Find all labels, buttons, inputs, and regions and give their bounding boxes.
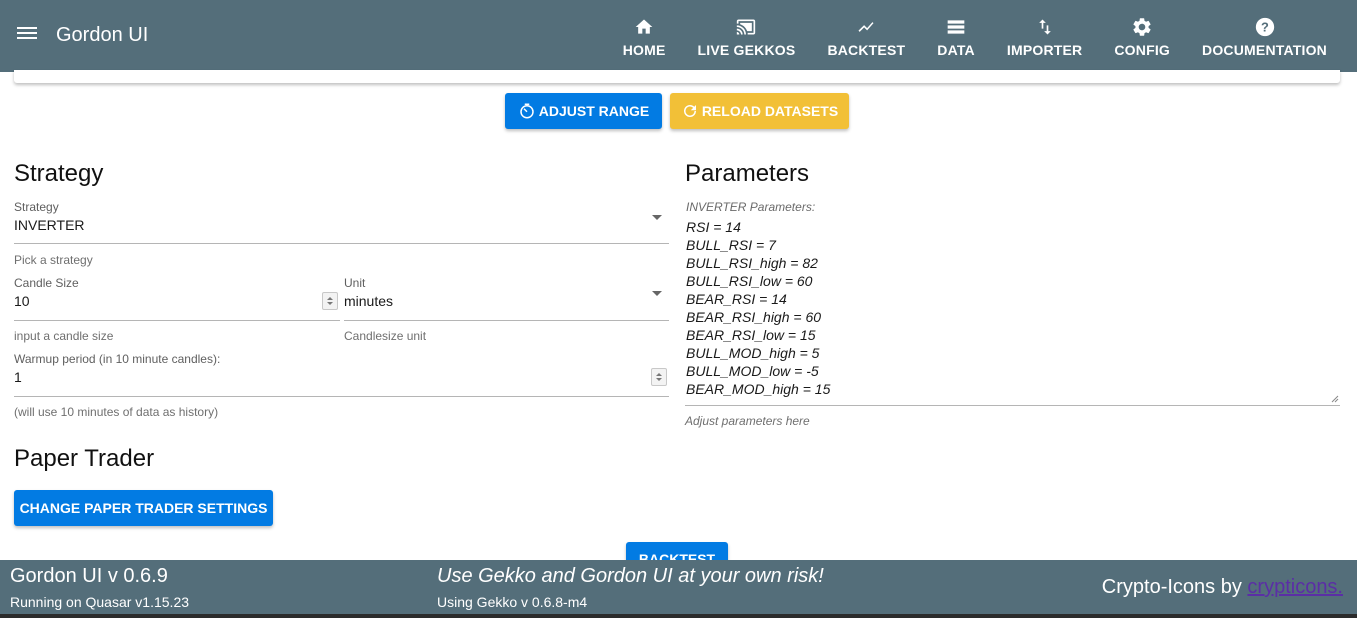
warmup-stepper[interactable] <box>651 368 667 386</box>
nav-data[interactable]: DATA <box>921 0 991 72</box>
strategy-field-label: Strategy <box>14 200 59 214</box>
nav-documentation[interactable]: ? DOCUMENTATION <box>1186 0 1343 72</box>
parameters-underline <box>685 405 1340 406</box>
parameter-line: BULL_RSI_high = 82 <box>686 255 818 271</box>
nav-home[interactable]: HOME <box>607 0 682 72</box>
help-icon: ? <box>1253 15 1277 39</box>
nav-label: LIVE GEKKOS <box>697 41 796 58</box>
parameter-line: BULL_MOD_low = -5 <box>686 363 819 379</box>
footer-gekko-version: Using Gekko v 0.6.8-m4 <box>437 594 588 610</box>
gear-icon <box>1130 15 1154 39</box>
taskbar-strip <box>0 614 1357 618</box>
menu-icon[interactable] <box>14 24 40 48</box>
parameter-line: BEAR_MOD_low = -5 <box>686 398 1326 402</box>
chart-line-icon <box>854 15 878 39</box>
candle-size-input[interactable]: 10 <box>14 293 30 309</box>
warmup-label: Warmup period (in 10 minute candles): <box>14 352 221 366</box>
candle-size-underline <box>14 320 340 321</box>
parameter-line: BULL_RSI_low = 60 <box>686 273 813 289</box>
unit-select-value[interactable]: minutes <box>344 293 393 309</box>
import-export-icon <box>1033 15 1057 39</box>
storage-icon <box>944 15 968 39</box>
crypticons-link[interactable]: crypticons. <box>1247 576 1343 598</box>
parameter-line: BEAR_RSI_high = 60 <box>686 309 822 325</box>
candle-size-stepper[interactable] <box>322 292 338 310</box>
nav-label: IMPORTER <box>1006 41 1083 58</box>
warmup-hint: (will use 10 minutes of data as history) <box>14 405 219 419</box>
app-title: Gordon UI <box>56 24 149 46</box>
change-paper-trader-settings-button[interactable]: CHANGE PAPER TRADER SETTINGS <box>14 490 273 526</box>
parameter-line: BULL_MOD_high = 5 <box>686 345 820 361</box>
nav-config[interactable]: CONFIG <box>1098 0 1186 72</box>
nav-label: CONFIG <box>1114 41 1171 58</box>
footer-icons-credit: Crypto-Icons by crypticons. <box>1102 576 1343 599</box>
app-footer: Gordon UI v 0.6.9 Running on Quasar v1.1… <box>0 560 1357 614</box>
unit-underline <box>344 320 669 321</box>
icons-credit-prefix: Crypto-Icons by <box>1101 576 1248 598</box>
warmup-input[interactable]: 1 <box>14 369 22 385</box>
chevron-down-icon[interactable] <box>652 215 662 220</box>
nav-label: DATA <box>937 41 975 58</box>
parameters-heading: Parameters <box>685 160 810 187</box>
adjust-range-label: ADJUST RANGE <box>538 103 650 119</box>
refresh-icon <box>683 105 696 117</box>
app-header: Gordon UI HOME LIVE GEKKOS BACKTEST DATA <box>0 0 1357 72</box>
parameters-textarea-label: INVERTER Parameters: <box>686 200 816 214</box>
warmup-underline <box>14 396 669 397</box>
nav-label: DOCUMENTATION <box>1202 41 1327 58</box>
chevron-down-icon[interactable] <box>652 291 662 296</box>
reload-datasets-label: RELOAD DATASETS <box>701 103 839 119</box>
cast-icon <box>734 15 758 39</box>
parameter-line: BEAR_RSI = 14 <box>686 291 787 307</box>
footer-title: Gordon UI v 0.6.9 <box>10 565 168 587</box>
svg-text:?: ? <box>1261 19 1269 34</box>
parameter-line: BULL_RSI = 7 <box>686 237 776 253</box>
unit-hint: Candlesize unit <box>344 329 427 343</box>
strategy-select-value[interactable]: INVERTER <box>14 217 85 233</box>
nav-label: BACKTEST <box>827 41 906 58</box>
parameters-hint: Adjust parameters here <box>685 414 810 428</box>
reload-datasets-button[interactable]: RELOAD DATASETS <box>670 93 849 129</box>
nav-backtest[interactable]: BACKTEST <box>811 0 922 72</box>
nav-importer[interactable]: IMPORTER <box>991 0 1099 72</box>
unit-label: Unit <box>344 276 366 290</box>
change-paper-trader-label: CHANGE PAPER TRADER SETTINGS <box>19 500 268 516</box>
parameter-line: BEAR_RSI_low = 15 <box>686 327 816 343</box>
resize-handle-icon[interactable] <box>1329 393 1339 403</box>
adjust-range-button[interactable]: ADJUST RANGE <box>505 93 662 129</box>
parameters-textarea[interactable]: RSI = 14 BULL_RSI = 7 BULL_RSI_high = 82 BU… <box>686 218 1326 402</box>
footer-risk: Use Gekko and Gordon UI at your own risk… <box>437 565 824 587</box>
nav-label: HOME <box>622 41 666 58</box>
timer-icon <box>520 103 534 119</box>
strategy-heading: Strategy <box>14 160 104 187</box>
parameter-line: RSI = 14 <box>686 219 741 235</box>
home-icon <box>632 15 656 39</box>
main-nav: HOME LIVE GEKKOS BACKTEST DATA IMPORTER <box>607 0 1343 72</box>
parameter-line: BEAR_MOD_high = 15 <box>686 381 831 397</box>
paper-trader-heading: Paper Trader <box>14 445 155 472</box>
date-range-card <box>14 70 1340 83</box>
nav-live-gekkos[interactable]: LIVE GEKKOS <box>682 0 812 72</box>
strategy-underline <box>14 243 669 244</box>
footer-running: Running on Quasar v1.15.23 <box>10 594 190 610</box>
candle-size-hint: input a candle size <box>14 329 114 343</box>
candle-size-label: Candle Size <box>14 276 79 290</box>
strategy-hint: Pick a strategy <box>14 253 93 267</box>
